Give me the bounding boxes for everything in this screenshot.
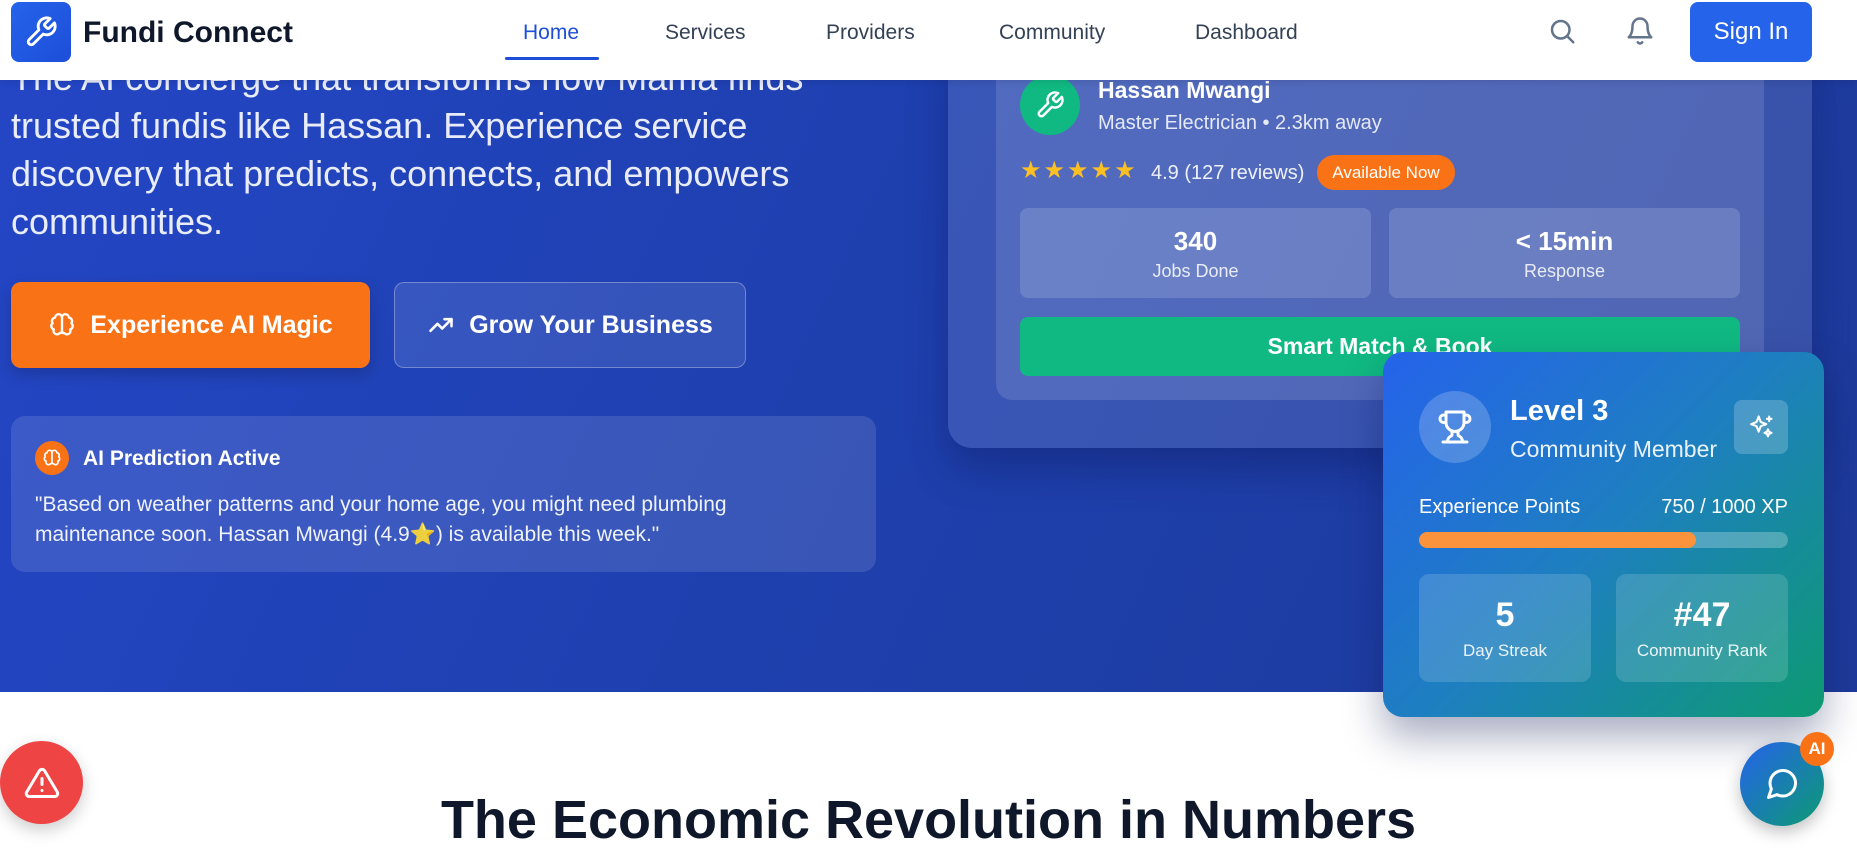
- alert-triangle-icon: [24, 767, 59, 798]
- ai-badge: AI: [1800, 732, 1834, 766]
- stat-day-streak: 5 Day Streak: [1419, 574, 1591, 682]
- stat-value: #47: [1673, 596, 1731, 634]
- level-title: Level 3: [1510, 395, 1609, 427]
- stat-value: 5: [1495, 596, 1515, 634]
- stat-value: 340: [1173, 226, 1218, 256]
- grow-your-business-button[interactable]: Grow Your Business: [394, 282, 746, 368]
- availability-badge: Available Now: [1317, 155, 1455, 190]
- bell-icon[interactable]: [1625, 16, 1655, 46]
- xp-label: Experience Points: [1419, 496, 1581, 518]
- hero-line: trusted fundis like Hassan. Experience s…: [11, 105, 748, 146]
- provider-avatar: [1020, 75, 1080, 135]
- rating-stars: ★ ★ ★ ★ ★: [1020, 158, 1136, 184]
- sign-in-button[interactable]: Sign In: [1690, 2, 1812, 62]
- provider-name: Hassan Mwangi: [1098, 77, 1271, 103]
- stat-label: Response: [1523, 261, 1606, 281]
- star-icon: ★: [1090, 157, 1113, 184]
- hero-description: The AI concierge that transforms how Mam…: [11, 54, 841, 246]
- stat-community-rank: #47 Community Rank: [1616, 574, 1788, 682]
- logo[interactable]: [11, 2, 71, 62]
- stat-jobs-done: 340 Jobs Done: [1020, 208, 1371, 298]
- trending-up-icon: [429, 317, 453, 333]
- provider-subtitle: Master Electrician • 2.3km away: [1098, 112, 1382, 134]
- sparkle-icon[interactable]: [1734, 400, 1788, 454]
- section-title: The Economic Revolution in Numbers: [440, 790, 1417, 850]
- wrench-icon: [1037, 91, 1064, 118]
- alert-button[interactable]: [0, 741, 83, 824]
- xp-progress-bar: [1419, 532, 1788, 548]
- xp-progress-fill: [1419, 532, 1696, 548]
- stat-label: Day Streak: [1462, 641, 1548, 660]
- nav-home[interactable]: Home: [523, 20, 579, 46]
- brand-name[interactable]: Fundi Connect: [83, 16, 293, 50]
- stat-value: < 15min: [1515, 226, 1614, 256]
- hero-line: discovery that predicts, connects, and e…: [11, 153, 790, 194]
- brain-icon: [50, 313, 75, 336]
- experience-ai-magic-label: Experience AI Magic: [90, 310, 333, 339]
- top-nav-bar: Fundi Connect Home Services Providers Co…: [0, 0, 1857, 80]
- hero-line: communities.: [11, 201, 224, 242]
- nav-providers[interactable]: Providers: [826, 20, 915, 46]
- stat-response: < 15min Response: [1389, 208, 1740, 298]
- nav-community[interactable]: Community: [999, 20, 1105, 46]
- search-icon[interactable]: [1547, 16, 1577, 46]
- nav-services[interactable]: Services: [665, 20, 746, 46]
- provider-rating: 4.9 (127 reviews): [1151, 162, 1305, 184]
- wrench-icon: [26, 16, 57, 47]
- trophy-icon: [1419, 391, 1491, 463]
- nav-active-indicator: [505, 57, 599, 60]
- stat-label: Jobs Done: [1152, 261, 1239, 281]
- level-card: Level 3 Community Member Experience Poin…: [1383, 352, 1824, 717]
- ai-prediction-panel: AI Prediction Active "Based on weather p…: [11, 416, 876, 572]
- star-icon: ★: [1020, 157, 1042, 184]
- nav-dashboard[interactable]: Dashboard: [1195, 20, 1298, 46]
- chat-icon: [1767, 768, 1798, 799]
- star-icon: ★: [1067, 157, 1089, 184]
- ai-prediction-text: "Based on weather patterns and your home…: [35, 493, 727, 546]
- experience-ai-magic-button[interactable]: Experience AI Magic: [11, 282, 370, 368]
- level-subtitle: Community Member: [1510, 436, 1718, 462]
- stat-label: Community Rank: [1636, 641, 1768, 660]
- star-icon: ★: [1043, 157, 1066, 184]
- ai-prediction-title: AI Prediction Active: [83, 447, 281, 470]
- xp-value: 750 / 1000 XP: [1661, 496, 1788, 518]
- star-icon: ★: [1114, 157, 1136, 184]
- grow-your-business-label: Grow Your Business: [469, 310, 713, 339]
- brain-icon: [35, 441, 69, 475]
